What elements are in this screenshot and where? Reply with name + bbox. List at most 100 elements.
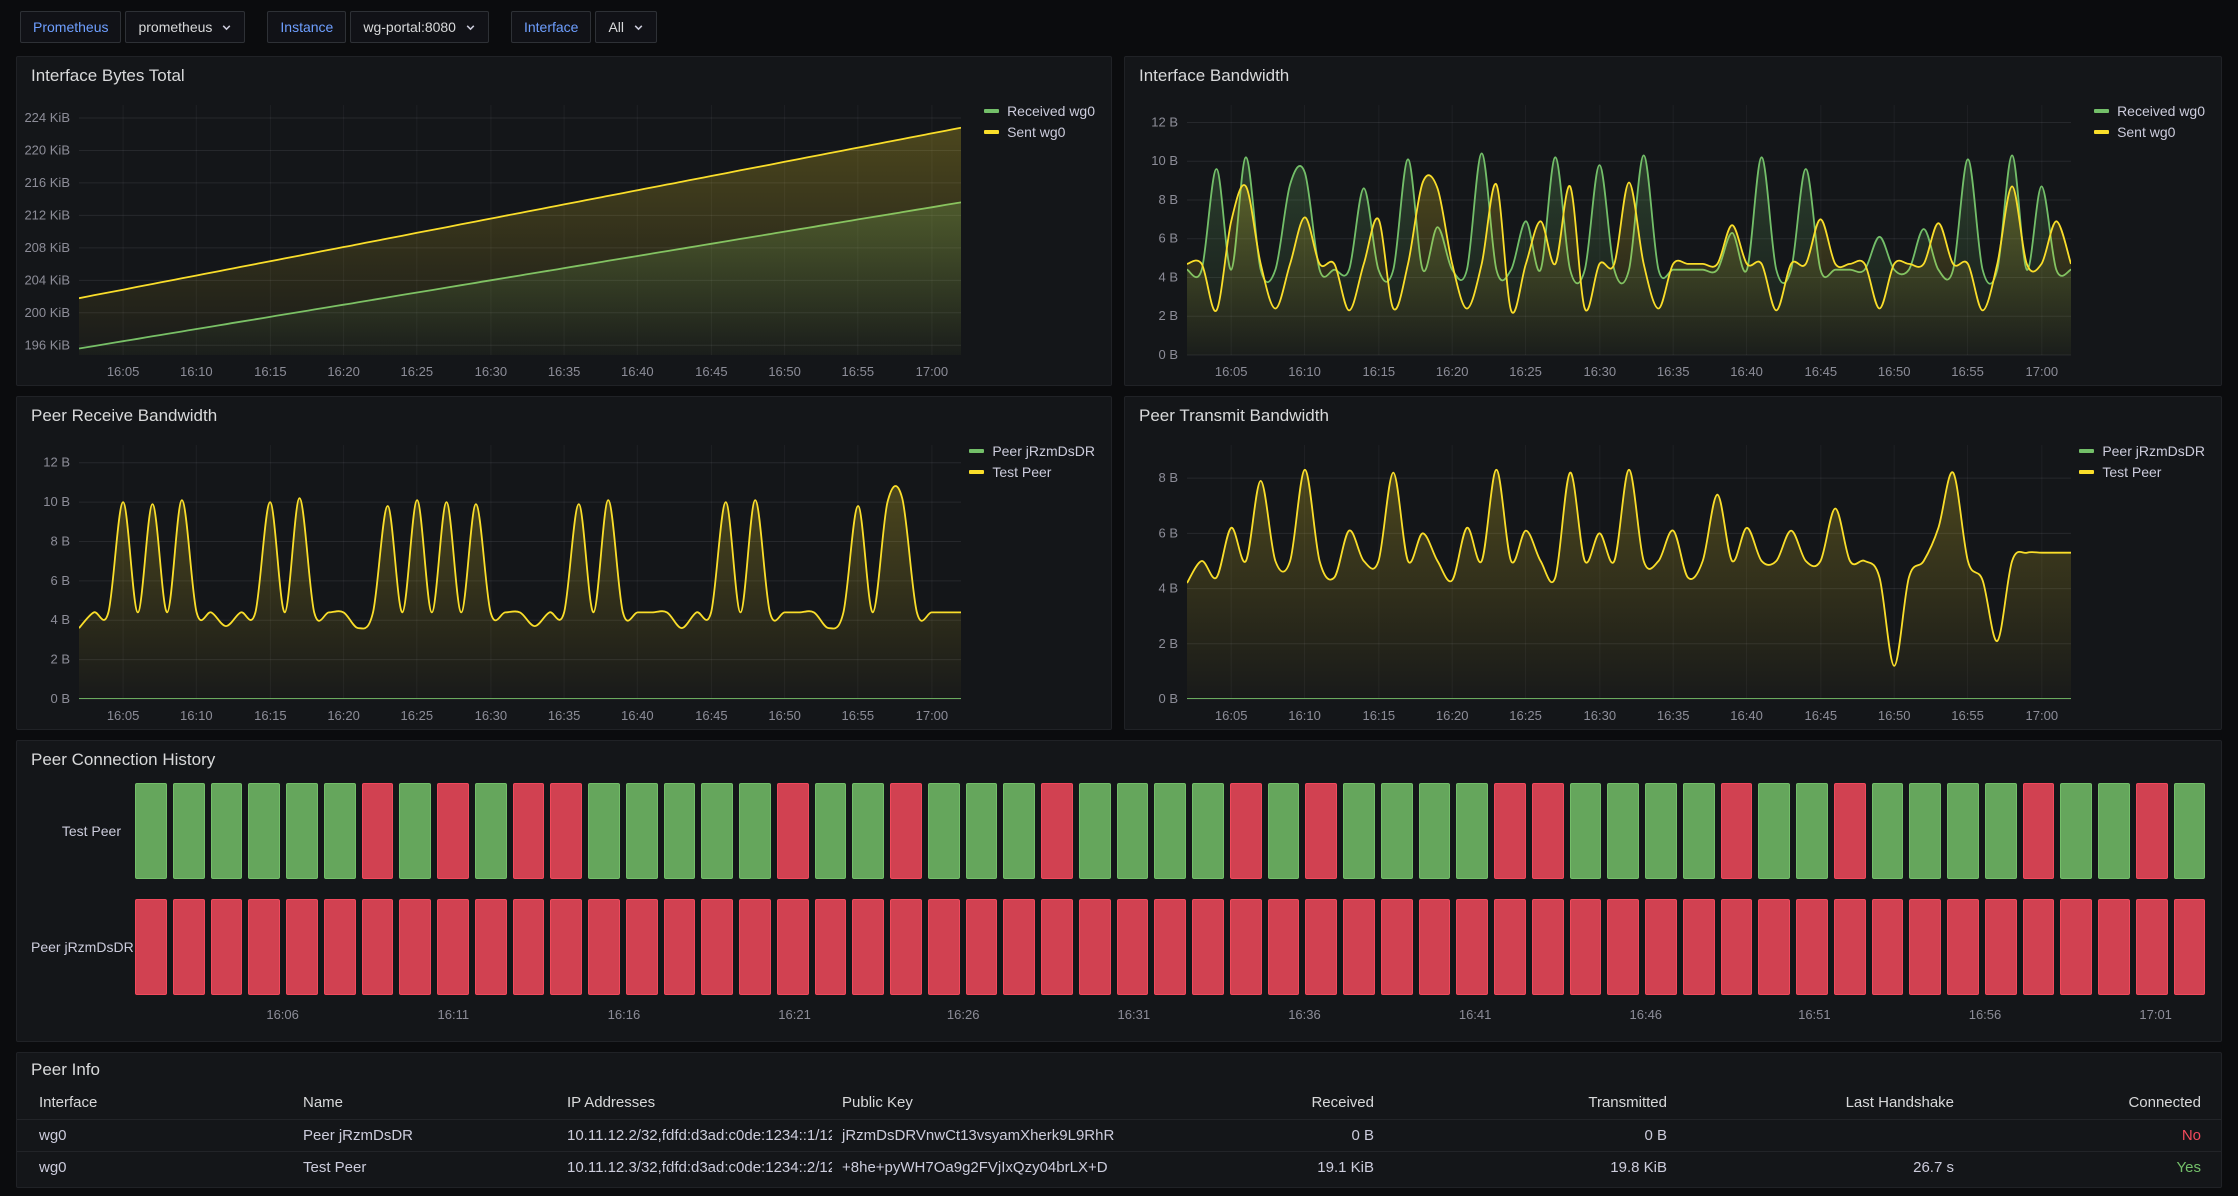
svg-text:16:45: 16:45 <box>695 364 728 379</box>
chart-plot[interactable]: 16:0516:1016:1516:2016:2516:3016:3516:40… <box>1125 435 2221 729</box>
variable-dropdown-interface[interactable]: All <box>595 11 657 43</box>
variable-label-prometheus[interactable]: Prometheus <box>20 11 121 43</box>
timeline-state-disconnected <box>1796 899 1828 995</box>
column-header-handshake[interactable]: Last Handshake <box>1677 1087 1964 1119</box>
series-color-swatch <box>969 470 984 474</box>
timeline-state-disconnected <box>1154 899 1186 995</box>
chart-plot[interactable]: 16:0516:1016:1516:2016:2516:3016:3516:40… <box>1125 95 2221 385</box>
timeline-state-connected <box>475 783 507 879</box>
panel-title[interactable]: Peer Receive Bandwidth <box>17 397 1111 435</box>
svg-text:16:10: 16:10 <box>1288 364 1321 379</box>
timeline-state-connected <box>701 783 733 879</box>
chart-plot[interactable]: 16:0516:1016:1516:2016:2516:3016:3516:40… <box>17 95 1111 385</box>
svg-text:216 KiB: 216 KiB <box>24 175 70 190</box>
legend-item-received-wg0[interactable]: Received wg0 <box>2094 103 2205 119</box>
legend-item-peer-jrzmdsdr[interactable]: Peer jRzmDsDR <box>2079 443 2205 459</box>
variable-group-interface: Interface All <box>511 11 657 43</box>
legend-item-test-peer[interactable]: Test Peer <box>2079 464 2205 480</box>
svg-text:200 KiB: 200 KiB <box>24 305 70 320</box>
timeline-state-disconnected <box>1721 783 1753 879</box>
timeline-state-disconnected <box>852 899 884 995</box>
timeline-state-disconnected <box>437 899 469 995</box>
timeline-blocks <box>135 899 2205 995</box>
column-header-transmitted[interactable]: Transmitted <box>1384 1087 1677 1119</box>
timeline-axis-tick: 16:46 <box>1629 1007 1662 1022</box>
column-header-name[interactable]: Name <box>293 1087 557 1119</box>
column-header-connected[interactable]: Connected <box>1964 1087 2221 1119</box>
svg-text:16:10: 16:10 <box>1288 708 1321 723</box>
svg-text:16:15: 16:15 <box>1363 708 1396 723</box>
column-header-pubkey[interactable]: Public Key <box>832 1087 1117 1119</box>
cell-connected: No <box>1964 1119 2221 1151</box>
timeline-axis-tick: 16:56 <box>1969 1007 2002 1022</box>
timeline-state-disconnected <box>1532 783 1564 879</box>
svg-text:16:35: 16:35 <box>548 364 581 379</box>
timeline-state-connected <box>1607 783 1639 879</box>
svg-text:12 B: 12 B <box>43 455 70 470</box>
timeline-axis-tick: 16:16 <box>608 1007 641 1022</box>
timeline-state-connected <box>1683 783 1715 879</box>
svg-text:16:40: 16:40 <box>1730 708 1763 723</box>
variable-dropdown-prometheus[interactable]: prometheus <box>125 11 245 43</box>
variable-label-instance[interactable]: Instance <box>267 11 346 43</box>
svg-text:16:25: 16:25 <box>401 364 434 379</box>
legend-item-test-peer[interactable]: Test Peer <box>969 464 1095 480</box>
svg-text:17:00: 17:00 <box>916 364 949 379</box>
timeline-state-disconnected <box>1268 899 1300 995</box>
timeline-state-disconnected <box>1305 899 1337 995</box>
timeline-state-connected <box>739 783 771 879</box>
panel-title[interactable]: Peer Connection History <box>17 741 2221 779</box>
panel-title[interactable]: Interface Bytes Total <box>17 57 1111 95</box>
timeline-axis-tick: 16:41 <box>1459 1007 1492 1022</box>
cell-handshake <box>1677 1119 1964 1151</box>
timeline-state-disconnected <box>399 899 431 995</box>
series-color-swatch <box>969 449 984 453</box>
legend-item-peer-jrzmdsdr[interactable]: Peer jRzmDsDR <box>969 443 1095 459</box>
svg-text:2 B: 2 B <box>1158 636 1178 651</box>
svg-text:16:20: 16:20 <box>327 708 360 723</box>
table-row: wg0Test Peer10.11.12.3/32,fdfd:d3ad:c0de… <box>17 1151 2221 1183</box>
chart-legend: Peer jRzmDsDR Test Peer <box>2079 443 2205 480</box>
panel-title[interactable]: Peer Transmit Bandwidth <box>1125 397 2221 435</box>
timeline-state-connected <box>1268 783 1300 879</box>
timeline-state-disconnected <box>1834 783 1866 879</box>
variable-dropdown-instance[interactable]: wg-portal:8080 <box>350 11 489 43</box>
column-header-ips[interactable]: IP Addresses <box>557 1087 832 1119</box>
cell-name: Test Peer <box>293 1151 557 1183</box>
timeline-state-disconnected <box>173 899 205 995</box>
svg-text:16:05: 16:05 <box>107 708 140 723</box>
svg-text:16:50: 16:50 <box>1878 364 1911 379</box>
timeline-state-disconnected <box>701 899 733 995</box>
legend-item-sent-wg0[interactable]: Sent wg0 <box>984 124 1095 140</box>
panel-peer-receive-bandwidth: Peer Receive Bandwidth 16:0516:1016:1516… <box>16 396 1112 730</box>
timeline-state-connected <box>2174 783 2206 879</box>
timeline-state-disconnected <box>1041 899 1073 995</box>
timeline-state-disconnected <box>362 899 394 995</box>
panel-title[interactable]: Peer Info <box>17 1053 2221 1087</box>
timeline-state-disconnected <box>1003 899 1035 995</box>
column-header-iface[interactable]: Interface <box>17 1087 293 1119</box>
column-header-received[interactable]: Received <box>1117 1087 1384 1119</box>
cell-transmitted: 19.8 KiB <box>1384 1151 1677 1183</box>
timeline-state-disconnected <box>2060 899 2092 995</box>
timeline-state-connected <box>1796 783 1828 879</box>
cell-ips: 10.11.12.3/32,fdfd:d3ad:c0de:1234::2/128 <box>557 1151 832 1183</box>
panel-title[interactable]: Interface Bandwidth <box>1125 57 2221 95</box>
cell-pubkey: +8he+pyWH7Oa9g2FVjIxQzy04brLX+D <box>832 1151 1117 1183</box>
svg-text:16:50: 16:50 <box>1878 708 1911 723</box>
timeline-state-disconnected <box>1758 899 1790 995</box>
legend-item-sent-wg0[interactable]: Sent wg0 <box>2094 124 2205 140</box>
timeline-state-disconnected <box>1343 899 1375 995</box>
chart-plot[interactable]: 16:0516:1016:1516:2016:2516:3016:3516:40… <box>17 435 1111 729</box>
timeline-state-connected <box>1456 783 1488 879</box>
timeline-state-disconnected <box>324 899 356 995</box>
timeline-state-disconnected <box>211 899 243 995</box>
timeline-state-connected <box>815 783 847 879</box>
svg-text:16:45: 16:45 <box>1805 364 1838 379</box>
variable-label-interface[interactable]: Interface <box>511 11 591 43</box>
svg-text:10 B: 10 B <box>1151 153 1178 168</box>
chart-legend: Received wg0 Sent wg0 <box>2094 103 2205 140</box>
timeline-axis-tick: 16:06 <box>266 1007 299 1022</box>
legend-item-received-wg0[interactable]: Received wg0 <box>984 103 1095 119</box>
variable-value: wg-portal:8080 <box>363 19 456 35</box>
